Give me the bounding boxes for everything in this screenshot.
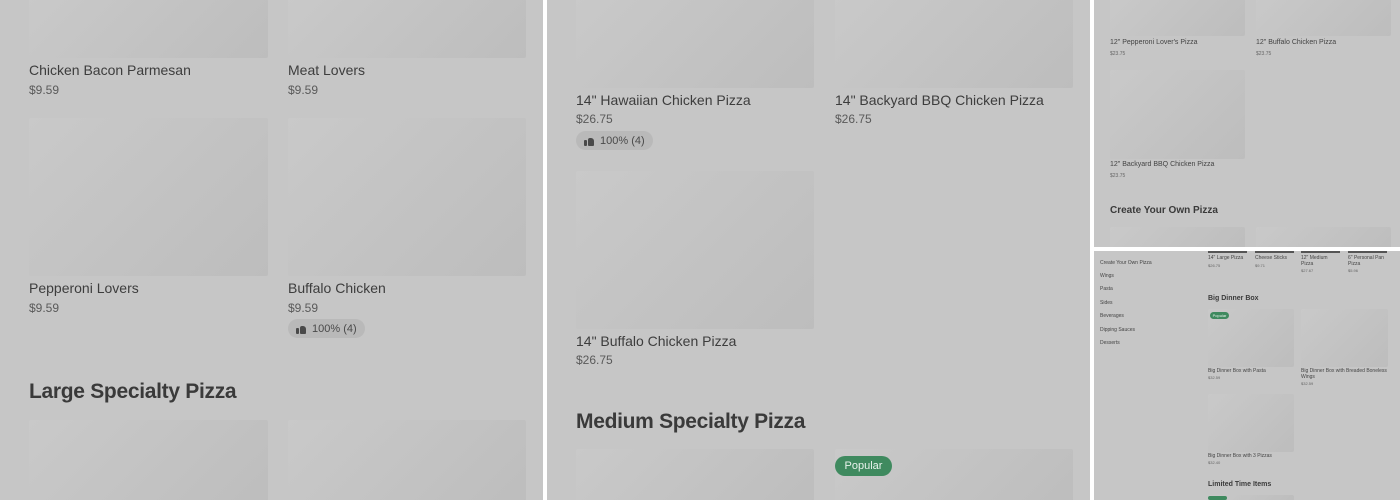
menu-item-name[interactable]: 12" Pepperoni Lover's Pizza: [1110, 39, 1197, 46]
menu-item-image[interactable]: [29, 420, 268, 500]
menu-item-image[interactable]: [29, 0, 268, 58]
menu-item-name[interactable]: 6" Personal Pan Pizza: [1348, 255, 1392, 267]
menu-item-name[interactable]: 14" Hawaiian Chicken Pizza: [576, 92, 751, 108]
menu-item-price: $23.75: [1110, 51, 1126, 57]
menu-item-price: $9.59: [288, 301, 319, 315]
menu-item-image[interactable]: [1110, 70, 1245, 159]
category-nav-item[interactable]: Desserts: [1100, 340, 1120, 346]
menu-item-name[interactable]: 12" Medium Pizza: [1301, 255, 1331, 267]
menu-item-image[interactable]: [1348, 251, 1387, 253]
category-nav-item[interactable]: Dipping Sauces: [1100, 327, 1135, 333]
menu-item-price: $23.75: [1110, 173, 1126, 179]
menu-item-image[interactable]: [288, 420, 526, 500]
menu-item-name[interactable]: Meat Lovers: [288, 62, 365, 78]
menu-item-name[interactable]: Big Dinner Box with Breaded Boneless Win…: [1301, 368, 1388, 380]
menu-item-price: $27.67: [1301, 268, 1314, 273]
section-title: Big Dinner Box: [1208, 295, 1259, 302]
menu-item-name[interactable]: 14" Large Pizza: [1208, 255, 1252, 261]
category-nav-item[interactable]: Pasta: [1100, 286, 1113, 292]
category-nav-item[interactable]: Create Your Own Pizza: [1100, 260, 1152, 266]
menu-item-price: $26.75: [576, 112, 613, 126]
category-nav-item[interactable]: Beverages: [1100, 313, 1124, 319]
menu-item-name[interactable]: 12" Backyard BBQ Chicken Pizza: [1110, 161, 1214, 168]
section-title: Medium Specialty Pizza: [576, 410, 806, 433]
menu-panel-2: 14" Hawaiian Chicken Pizza $26.75 100% (…: [547, 0, 1090, 500]
menu-item-image[interactable]: [576, 171, 814, 329]
menu-item-name[interactable]: Pepperoni Lovers: [29, 280, 139, 296]
menu-panel-4: Create Your Own Pizza Wings Pasta Sides …: [1094, 251, 1400, 500]
menu-item-price: $9.59: [29, 83, 60, 97]
menu-item-image[interactable]: [1255, 251, 1294, 253]
menu-item-price: $26.75: [835, 112, 872, 126]
rating-text: 100% (4): [600, 134, 645, 147]
menu-item-image[interactable]: [576, 0, 814, 88]
menu-item-image[interactable]: [1110, 227, 1245, 247]
menu-item-price: $26.75: [1208, 263, 1221, 268]
menu-item-price: $32.59: [1301, 381, 1314, 386]
menu-item-image[interactable]: [288, 0, 526, 58]
category-nav-item[interactable]: Sides: [1100, 300, 1113, 306]
section-title: Create Your Own Pizza: [1110, 205, 1218, 216]
menu-item-image[interactable]: [1256, 0, 1391, 36]
menu-item-name[interactable]: 14" Backyard BBQ Chicken Pizza: [835, 92, 1044, 108]
menu-item-name[interactable]: Cheese Sticks: [1255, 255, 1297, 261]
menu-item-image[interactable]: [1208, 394, 1294, 452]
menu-item-name[interactable]: 14" Buffalo Chicken Pizza: [576, 333, 736, 349]
menu-item-image[interactable]: [29, 118, 268, 276]
section-title: Large Specialty Pizza: [29, 380, 237, 403]
menu-item-image[interactable]: [835, 0, 1073, 88]
menu-item-image[interactable]: [288, 118, 526, 276]
menu-item-name[interactable]: Big Dinner Box with Pasta: [1208, 368, 1294, 374]
menu-item-name[interactable]: Buffalo Chicken: [288, 280, 386, 296]
menu-item-image[interactable]: [1301, 251, 1340, 253]
rating-badge: 100% (4): [576, 131, 653, 150]
menu-item-name[interactable]: Chicken Bacon Parmesan: [29, 62, 191, 78]
menu-item-name[interactable]: Big Dinner Box with 3 Pizzas: [1208, 453, 1294, 459]
menu-item-price: $9.59: [29, 301, 60, 315]
category-nav-item[interactable]: Wings: [1100, 273, 1114, 279]
menu-item-image[interactable]: [1110, 0, 1245, 36]
thumbs-up-icon: [584, 136, 594, 146]
thumbs-up-icon: [296, 324, 306, 334]
popular-badge: Popular: [835, 456, 892, 476]
menu-item-price: $23.75: [1256, 51, 1272, 57]
menu-item-image[interactable]: [1256, 227, 1391, 247]
rating-badge: 100% (4): [288, 319, 365, 338]
menu-item-price: $32.40: [1208, 460, 1221, 465]
menu-panel-3: 12" Pepperoni Lover's Pizza $23.75 12" B…: [1094, 0, 1400, 247]
popular-badge: [1208, 496, 1227, 500]
section-title: Limited Time Items: [1208, 481, 1272, 488]
menu-panel-1: Chicken Bacon Parmesan $9.59 Meat Lovers…: [0, 0, 543, 500]
menu-item-image[interactable]: [576, 449, 814, 500]
rating-text: 100% (4): [312, 322, 357, 335]
menu-item-image[interactable]: [1208, 251, 1247, 253]
popular-badge: Popular: [1210, 312, 1229, 319]
menu-item-price: $9.71: [1255, 263, 1266, 268]
menu-item-price: $32.59: [1208, 375, 1221, 380]
menu-item-price: $26.75: [576, 353, 613, 367]
menu-item-price: $5.96: [1348, 268, 1359, 273]
menu-item-name[interactable]: 12" Buffalo Chicken Pizza: [1256, 39, 1336, 46]
menu-item-price: $9.59: [288, 83, 319, 97]
menu-item-image[interactable]: [1301, 309, 1388, 367]
